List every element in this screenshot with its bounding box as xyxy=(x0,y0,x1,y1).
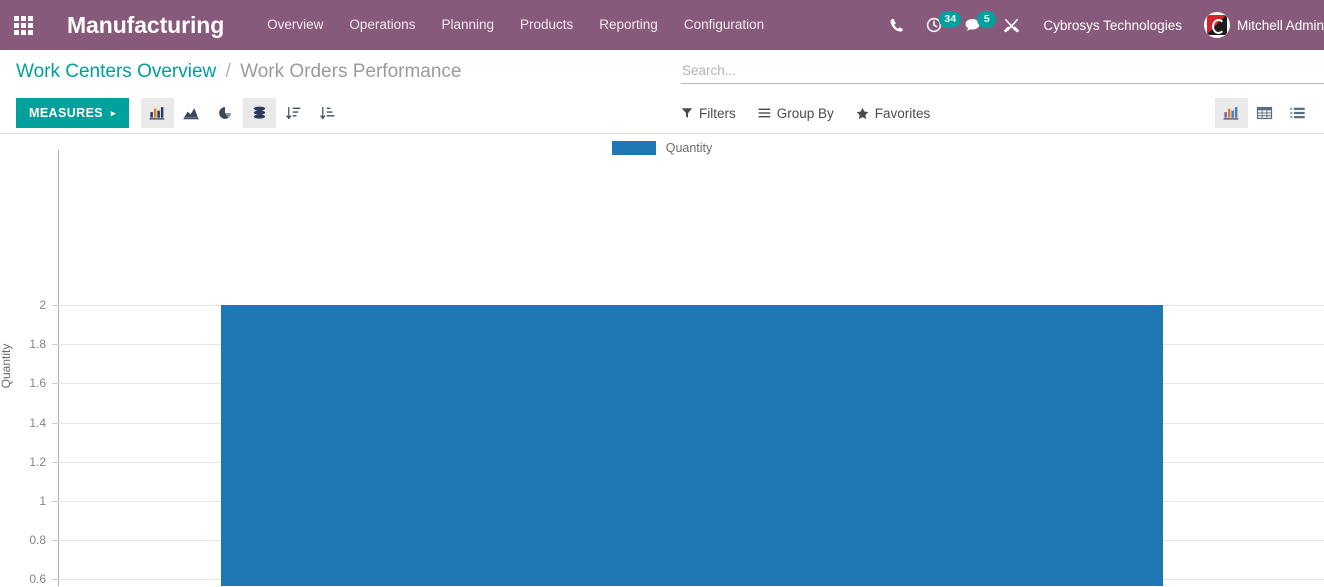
apps-menu-button[interactable] xyxy=(0,0,46,50)
star-icon xyxy=(856,107,869,119)
filters-label: Filters xyxy=(699,105,736,121)
apps-grid-icon xyxy=(13,15,33,35)
phone-button[interactable] xyxy=(878,0,915,50)
groupby-bars-icon xyxy=(758,108,770,118)
y-axis-tick-label: 1.4 xyxy=(29,415,46,430)
y-axis-tick-mark xyxy=(52,461,58,463)
y-axis-tick-label: 1 xyxy=(39,494,46,508)
y-axis-tick-mark xyxy=(52,383,58,385)
menu-item-operations[interactable]: Operations xyxy=(336,0,428,50)
menu-item-products[interactable]: Products xyxy=(507,0,586,50)
pivot-view-button[interactable] xyxy=(1248,98,1281,128)
chart-type-button-group xyxy=(140,98,344,128)
control-panel-top-row: Work Centers Overview / Work Orders Perf… xyxy=(0,50,1324,92)
messages-menu-button[interactable]: 5 xyxy=(953,0,997,50)
control-panel-bottom-row: MEASURES ▸ Filters Group By Favorites xyxy=(0,92,1324,134)
y-axis-tick-label: 1.6 xyxy=(29,376,46,391)
sort-descending-icon xyxy=(285,107,301,120)
stacked-icon xyxy=(253,106,266,119)
favorites-label: Favorites xyxy=(874,105,931,121)
breadcrumb-parent-link[interactable]: Work Centers Overview xyxy=(16,61,216,82)
bar-chart-icon xyxy=(149,107,165,120)
list-view-button[interactable] xyxy=(1281,98,1314,128)
activity-menu-button[interactable]: 34 xyxy=(915,0,962,50)
y-axis-tick-mark xyxy=(52,422,58,424)
view-switcher xyxy=(1215,98,1314,128)
top-navbar: Manufacturing Overview Operations Planni… xyxy=(0,0,1324,50)
user-name-label: Mitchell Admin xyxy=(1236,17,1324,33)
developer-tools-button[interactable] xyxy=(992,0,1031,50)
measures-caret-icon: ▸ xyxy=(111,107,116,118)
control-panel: Work Centers Overview / Work Orders Perf… xyxy=(0,50,1324,134)
pie-chart-icon xyxy=(219,107,231,119)
groupby-dropdown[interactable]: Group By xyxy=(758,106,834,121)
bar-chart-button[interactable] xyxy=(140,98,174,128)
y-axis-tick-label: 0.8 xyxy=(29,533,46,548)
avatar xyxy=(1203,12,1230,38)
main-menu: Overview Operations Planning Products Re… xyxy=(254,0,777,50)
navbar-right-tools: 34 5 Cybrosys Technologies Mitchell Admi… xyxy=(878,0,1324,50)
menu-item-configuration[interactable]: Configuration xyxy=(671,0,777,50)
y-axis-tick-label: 1.2 xyxy=(29,454,46,469)
graph-view-icon xyxy=(1223,107,1239,120)
measures-button-label: MEASURES xyxy=(29,106,104,120)
filter-icon xyxy=(681,108,693,118)
y-axis-tick-mark xyxy=(52,344,58,346)
y-axis-tick-label: 0.6 xyxy=(29,572,46,586)
graph-view-container: Quantity Quantity 21.81.61.41.210.80.60.… xyxy=(0,134,1324,586)
list-view-icon xyxy=(1290,107,1305,119)
breadcrumb: Work Centers Overview / Work Orders Perf… xyxy=(0,59,462,85)
breadcrumb-current: Work Orders Performance xyxy=(240,61,462,82)
favorites-dropdown[interactable]: Favorites xyxy=(856,105,931,121)
y-axis-tick-label: 1.8 xyxy=(29,337,46,352)
search-input[interactable] xyxy=(681,63,1324,84)
breadcrumb-separator: / xyxy=(225,61,231,82)
menu-item-overview[interactable]: Overview xyxy=(254,0,336,50)
y-axis-title: Quantity xyxy=(0,343,13,389)
sort-descending-button[interactable] xyxy=(277,98,310,128)
y-axis-line xyxy=(58,150,59,586)
chart-bar[interactable] xyxy=(221,305,1163,586)
search-options-group: Filters Group By Favorites xyxy=(681,106,952,121)
search-area xyxy=(681,62,1324,84)
y-axis-tick-mark xyxy=(52,579,58,581)
y-axis-tick-mark xyxy=(52,540,58,542)
sort-ascending-button[interactable] xyxy=(311,98,344,128)
company-switcher[interactable]: Cybrosys Technologies xyxy=(1031,18,1194,33)
phone-icon xyxy=(890,18,904,32)
y-axis-tick-label: 2 xyxy=(39,298,46,312)
y-axis-tick-mark xyxy=(52,501,58,502)
measures-button[interactable]: MEASURES ▸ xyxy=(16,98,129,128)
line-chart-button[interactable] xyxy=(175,98,208,128)
filters-dropdown[interactable]: Filters xyxy=(681,106,736,121)
chart-plot-area: Quantity 21.81.61.41.210.80.60.40.2 xyxy=(0,134,1324,586)
groupby-label: Group By xyxy=(776,105,834,121)
menu-item-reporting[interactable]: Reporting xyxy=(586,0,671,50)
line-chart-icon xyxy=(183,108,199,120)
menu-item-planning[interactable]: Planning xyxy=(428,0,507,50)
developer-tools-icon xyxy=(1004,18,1020,32)
y-axis-tick-mark xyxy=(52,305,58,306)
app-brand-title[interactable]: Manufacturing xyxy=(67,12,224,39)
stacked-button[interactable] xyxy=(242,98,276,128)
pivot-view-icon xyxy=(1256,106,1273,120)
user-menu[interactable]: Mitchell Admin xyxy=(1194,12,1324,38)
pie-chart-button[interactable] xyxy=(209,98,242,128)
graph-view-button[interactable] xyxy=(1215,98,1248,128)
sort-ascending-icon xyxy=(319,107,335,120)
